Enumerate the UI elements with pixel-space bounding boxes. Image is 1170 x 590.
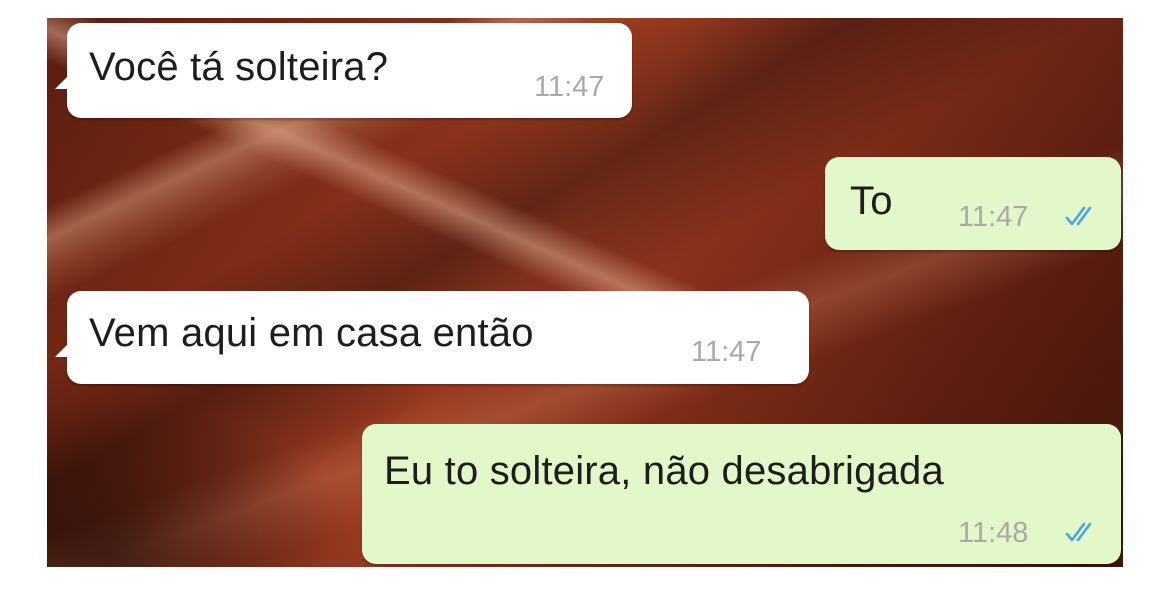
read-double-check-icon [1065,522,1092,542]
chat-screenshot: Você tá solteira? 11:47 To 11:47 Vem aqu… [0,0,1170,590]
outgoing-message-bubble[interactable]: Eu to solteira, não desabrigada 11:48 [362,424,1121,564]
message-time: 11:48 [958,517,1029,549]
message-text: Você tá solteira? [89,45,389,89]
outgoing-message-bubble[interactable]: To 11:47 [825,157,1121,250]
message-time: 11:47 [958,201,1029,233]
read-double-check-icon [1065,206,1092,226]
wallpaper-shadow [47,398,367,567]
message-text: Vem aqui em casa então [89,311,534,355]
message-time: 11:47 [534,71,605,103]
message-time: 11:47 [691,336,762,368]
chat-wallpaper: Você tá solteira? 11:47 To 11:47 Vem aqu… [47,18,1123,567]
message-text: Eu to solteira, não desabrigada [384,449,944,493]
incoming-message-bubble[interactable]: Vem aqui em casa então 11:47 [55,291,809,384]
incoming-message-bubble[interactable]: Você tá solteira? 11:47 [55,23,632,118]
message-text: To [850,179,893,223]
